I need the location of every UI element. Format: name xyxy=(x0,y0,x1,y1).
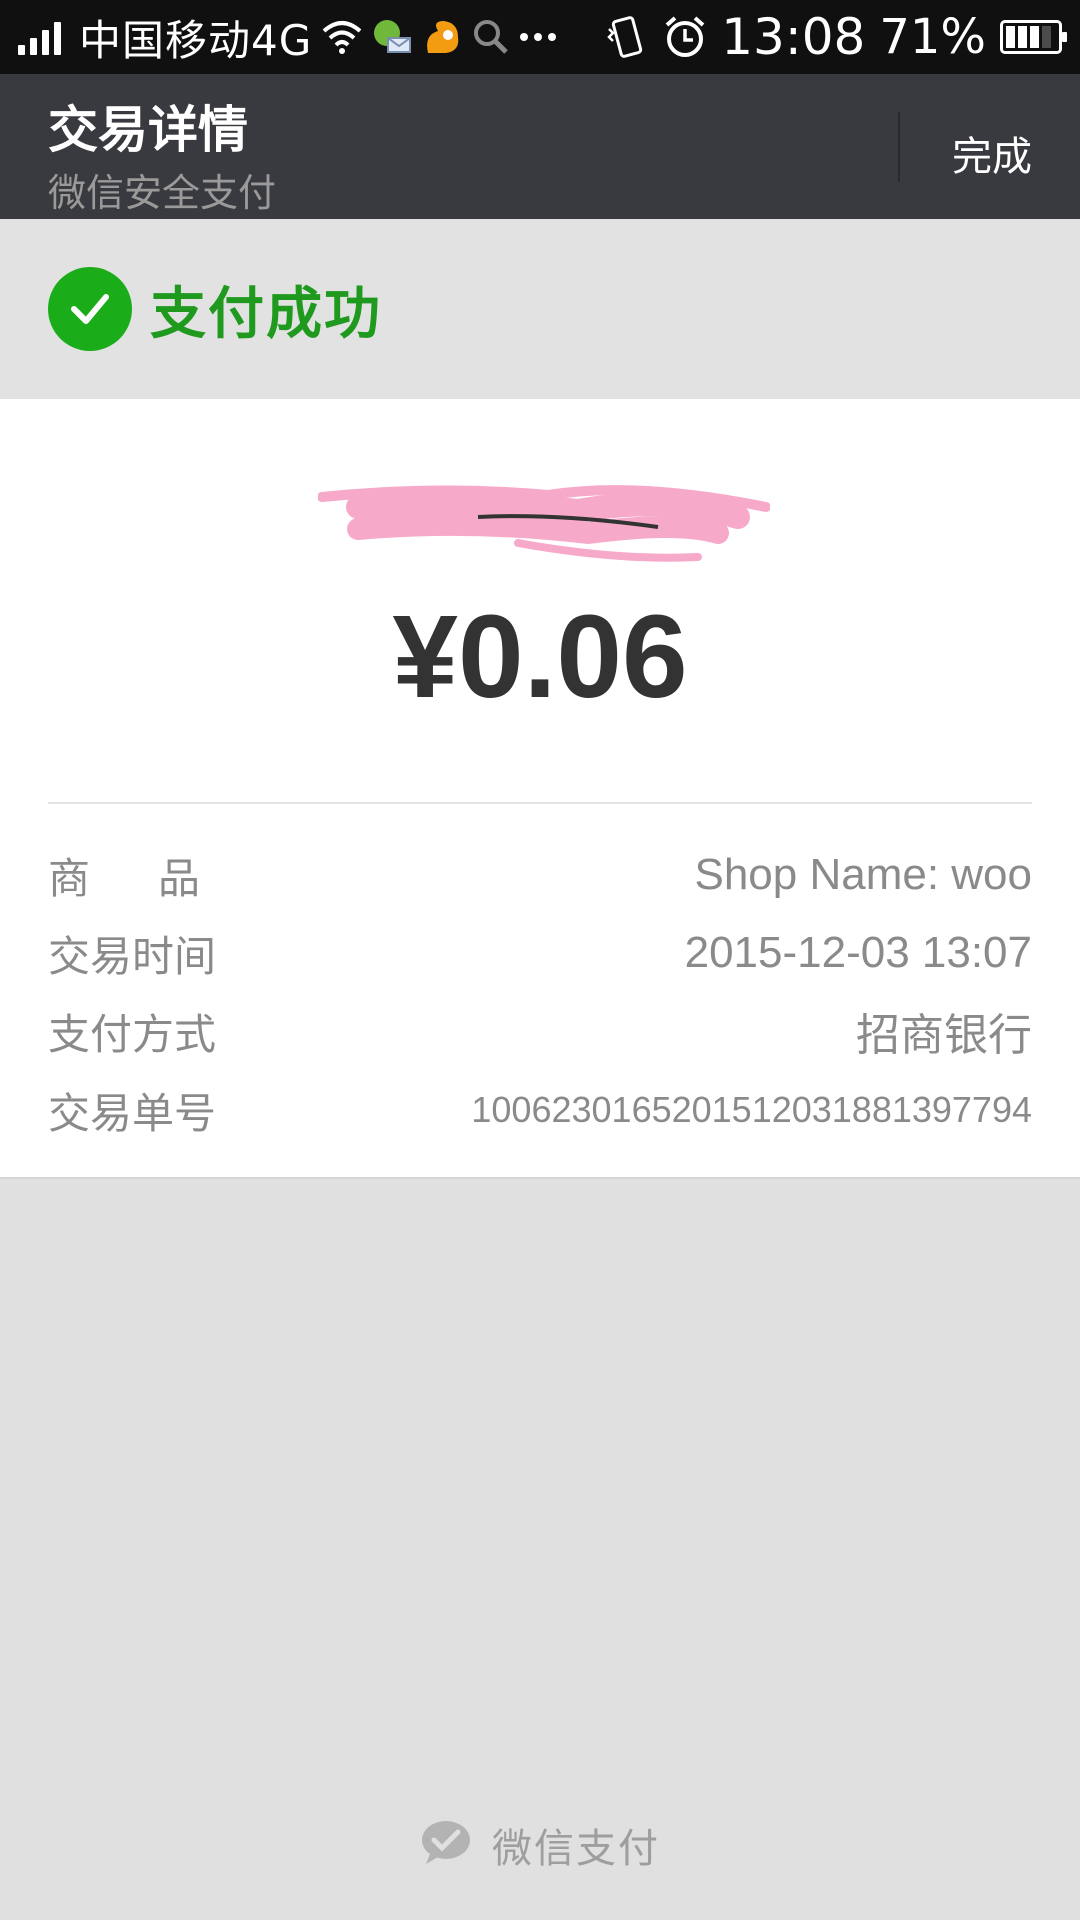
wechat-pay-icon xyxy=(420,1820,472,1870)
navigation-bar: 交易详情 微信安全支付 完成 xyxy=(0,74,1080,219)
status-bar: 中国移动4G 13:08 71% xyxy=(0,0,1080,74)
payment-method-label: 支付方式 xyxy=(48,1009,217,1059)
done-button[interactable]: 完成 xyxy=(952,124,1032,182)
transaction-card: ¥0.06 商品 Shop Name: woo 交易时间 2015-12-03 … xyxy=(0,399,1080,1179)
order-number-value: 1006230165201512031881397794 xyxy=(471,1089,1032,1130)
payment-method-value: 招商银行 xyxy=(856,1011,1032,1060)
detail-row-time: 交易时间 2015-12-03 13:07 xyxy=(48,923,1032,983)
footer-brand: 微信支付 xyxy=(0,1815,1080,1875)
divider xyxy=(48,802,1032,804)
merchant-name-redaction xyxy=(318,485,770,562)
transaction-time-label: 交易时间 xyxy=(48,931,217,981)
check-circle-icon xyxy=(48,267,132,351)
page-title: 交易详情 xyxy=(48,101,248,159)
carrier-name: 中国移动4G xyxy=(79,15,313,65)
more-notifications-icon xyxy=(518,31,558,43)
wifi-icon xyxy=(320,19,364,55)
signal-icon xyxy=(18,19,61,55)
transaction-time-value: 2015-12-03 13:07 xyxy=(684,928,1032,977)
payment-status-text: 支付成功 xyxy=(150,281,382,347)
product-label: 商品 xyxy=(48,853,269,903)
alarm-icon xyxy=(663,15,707,59)
battery-percent: 71% xyxy=(879,9,986,65)
detail-row-product: 商品 Shop Name: woo xyxy=(48,845,1032,905)
payment-amount: ¥0.06 xyxy=(392,591,688,723)
message-app-icon xyxy=(372,18,414,56)
detail-row-method: 支付方式 招商银行 xyxy=(48,1001,1032,1061)
order-number-label: 交易单号 xyxy=(48,1088,217,1138)
product-value: Shop Name: woo xyxy=(694,850,1032,899)
detail-row-order: 交易单号 1006230165201512031881397794 xyxy=(48,1080,1032,1140)
page-subtitle: 微信安全支付 xyxy=(48,171,277,215)
vibrate-icon xyxy=(605,15,649,59)
clock-time: 13:08 xyxy=(721,8,866,66)
battery-icon xyxy=(1000,20,1067,54)
search-icon xyxy=(472,18,510,56)
payment-status-banner: 支付成功 xyxy=(0,219,1080,399)
nav-divider xyxy=(898,112,900,182)
uc-browser-icon xyxy=(422,17,464,57)
footer-brand-text: 微信支付 xyxy=(492,1826,660,1872)
